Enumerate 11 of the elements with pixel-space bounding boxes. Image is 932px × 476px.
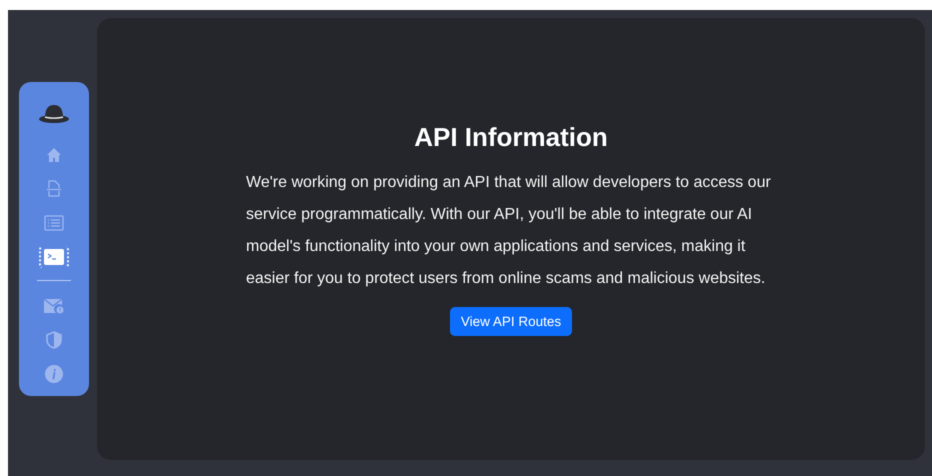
- terminal-icon: [44, 249, 64, 265]
- page-title: API Information: [414, 122, 608, 153]
- description-text: We're working on providing an API that will allow developers to access our service programmatically. With our API, you'll be able to integrate our AI model's functionality into your own applications and services, making it easier for you to protect users from online scams and malicious websites.: [246, 173, 772, 289]
- home-icon: [46, 147, 62, 163]
- list-icon: [44, 215, 64, 231]
- bowler-hat-icon: [38, 104, 70, 124]
- shield-icon: [46, 331, 62, 349]
- document-scan-icon: [46, 180, 62, 198]
- info-icon: [45, 365, 63, 383]
- view-api-routes-button[interactable]: View API Routes: [450, 307, 572, 336]
- mail-alert-icon: [44, 298, 64, 314]
